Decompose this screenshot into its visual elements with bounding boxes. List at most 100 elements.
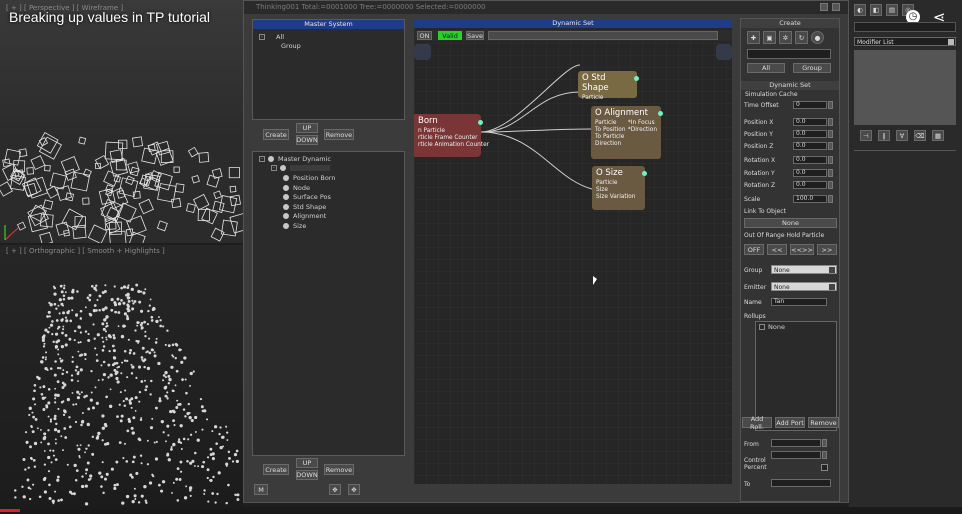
- node-wires: [480, 64, 593, 190]
- collapse-icon[interactable]: -: [271, 165, 277, 172]
- tree-item-operator[interactable]: Surface Pos: [259, 192, 398, 202]
- group-tab[interactable]: Group: [793, 63, 831, 73]
- tree-item-operator[interactable]: Std Shape: [259, 202, 398, 212]
- modifier-list-select[interactable]: Modifier List: [854, 37, 956, 46]
- field-value[interactable]: 100.0: [793, 195, 827, 203]
- prev-button[interactable]: <<: [767, 244, 788, 255]
- field-spinner[interactable]: [828, 181, 833, 189]
- tree-item-operator[interactable]: Size: [259, 221, 398, 231]
- collapse-icon[interactable]: -: [259, 155, 265, 162]
- show-end-icon[interactable]: ∥: [878, 130, 890, 141]
- refresh-icon[interactable]: ↻: [795, 31, 808, 44]
- output-port[interactable]: [478, 120, 483, 125]
- output-port[interactable]: [642, 171, 647, 176]
- off-button[interactable]: OFF: [744, 244, 765, 255]
- tree-item-operator[interactable]: Node: [259, 183, 398, 193]
- sphere-icon[interactable]: ●: [811, 31, 824, 44]
- field-value[interactable]: 0.0: [793, 181, 827, 189]
- field-spinner[interactable]: [828, 142, 833, 150]
- from-field-2[interactable]: [771, 451, 821, 459]
- tree-item-all[interactable]: - All: [259, 32, 398, 42]
- particle-icon[interactable]: ✚: [747, 31, 760, 44]
- close-button[interactable]: [832, 3, 840, 11]
- tree-item-dynamic-set[interactable]: -: [259, 164, 398, 174]
- orthographic-viewport[interactable]: [ + ] [ Orthographic ] [ Smooth + Highli…: [0, 245, 243, 507]
- object-name-field[interactable]: [854, 22, 956, 32]
- field-label: Position X: [744, 119, 774, 126]
- rollup-item[interactable]: None: [756, 322, 836, 332]
- up-button[interactable]: UP: [296, 123, 318, 133]
- field-spinner[interactable]: [828, 195, 833, 203]
- modify-tab-icon[interactable]: ◧: [870, 4, 882, 16]
- next-button[interactable]: >>: [816, 244, 837, 255]
- divider: [854, 150, 956, 151]
- gear-icon[interactable]: ✲: [779, 31, 792, 44]
- collapse-icon[interactable]: -: [259, 33, 265, 40]
- tree-item-master-dynamic[interactable]: - Master Dynamic: [259, 154, 398, 164]
- add-rollup-button[interactable]: Add Roll.: [742, 415, 772, 431]
- all-tab[interactable]: All: [747, 63, 785, 73]
- field-value[interactable]: 0.0: [793, 118, 827, 126]
- master-dynamic-panel: - Master Dynamic - Position Born Node Surfa…: [252, 151, 405, 456]
- down-button-2[interactable]: DOWN: [296, 470, 318, 480]
- make-unique-icon[interactable]: ∀: [896, 130, 908, 141]
- move-left-icon[interactable]: ✥: [329, 484, 341, 495]
- tree-item-group[interactable]: Group: [259, 42, 398, 52]
- field-value[interactable]: 0.0: [793, 142, 827, 150]
- camera-icon[interactable]: ▣: [763, 31, 776, 44]
- name-field[interactable]: Tan: [771, 298, 827, 306]
- modifier-stack[interactable]: [854, 50, 956, 125]
- field-label: Rotation Y: [744, 170, 775, 177]
- alignment-node[interactable]: O Alignment Particle To Position To Part…: [591, 106, 663, 159]
- output-port[interactable]: [634, 76, 639, 81]
- up-button-2[interactable]: UP: [296, 458, 318, 468]
- group-select[interactable]: None: [771, 265, 837, 274]
- from-spinner[interactable]: [822, 439, 827, 447]
- field-value[interactable]: 0.0: [793, 130, 827, 138]
- tree-item-operator[interactable]: Alignment: [259, 212, 398, 222]
- create-button[interactable]: Create: [263, 129, 289, 140]
- configure-icon[interactable]: ▦: [932, 130, 944, 141]
- remove-button[interactable]: Remove: [324, 129, 354, 140]
- tree-item-operator[interactable]: Position Born: [259, 173, 398, 183]
- hierarchy-tab-icon[interactable]: ▤: [886, 4, 898, 16]
- create-dropdown[interactable]: [747, 49, 831, 59]
- percent-checkbox[interactable]: [821, 464, 828, 471]
- field-spinner[interactable]: [828, 156, 833, 164]
- to-field[interactable]: [771, 479, 831, 487]
- field-value[interactable]: 0.0: [793, 156, 827, 164]
- add-port-button[interactable]: Add Port: [775, 417, 805, 428]
- pin-stack-icon[interactable]: ⊣: [860, 130, 872, 141]
- create-button-2[interactable]: Create: [263, 464, 289, 475]
- remove-rollup-button[interactable]: Remove: [808, 417, 839, 428]
- field-value[interactable]: 0.0: [793, 169, 827, 177]
- field-spinner[interactable]: [828, 169, 833, 177]
- field-spinner[interactable]: [828, 130, 833, 138]
- move-right-icon[interactable]: ✥: [348, 484, 360, 495]
- born-node[interactable]: Born n Particle rticle Frame Counter rti…: [414, 114, 489, 157]
- dynamic-set-header: Dynamic Set: [741, 81, 839, 90]
- from-spinner-2[interactable]: [822, 451, 827, 459]
- emitter-select[interactable]: None: [771, 282, 837, 291]
- output-port[interactable]: [658, 111, 663, 116]
- field-spinner[interactable]: [828, 118, 833, 126]
- create-tab-icon[interactable]: ◐: [854, 4, 866, 16]
- remove-button-2[interactable]: Remove: [324, 464, 354, 475]
- remove-modifier-icon[interactable]: ⌫: [914, 130, 926, 141]
- field-value[interactable]: 0: [793, 101, 827, 109]
- m-button[interactable]: M: [254, 484, 268, 495]
- perspective-viewport[interactable]: [ + ] [ Perspective ] [ Wireframe ]: [0, 0, 243, 243]
- field-label: Position Z: [744, 143, 774, 150]
- field-label: Rotation Z: [744, 182, 776, 189]
- emitter-label: Emitter: [744, 284, 767, 291]
- down-button[interactable]: DOWN: [296, 135, 318, 145]
- minimize-button[interactable]: [820, 3, 828, 11]
- from-field[interactable]: [771, 439, 821, 447]
- field-spinner[interactable]: [828, 101, 833, 109]
- prev-next-button[interactable]: <<>>: [790, 244, 814, 255]
- std-shape-node[interactable]: O Std Shape Particle: [578, 71, 639, 101]
- video-progress-bar[interactable]: [0, 507, 962, 514]
- rollups-label: Rollups: [744, 313, 766, 320]
- size-node[interactable]: O Size Particle Size Size Variation: [592, 166, 647, 210]
- link-object-button[interactable]: None: [744, 218, 837, 228]
